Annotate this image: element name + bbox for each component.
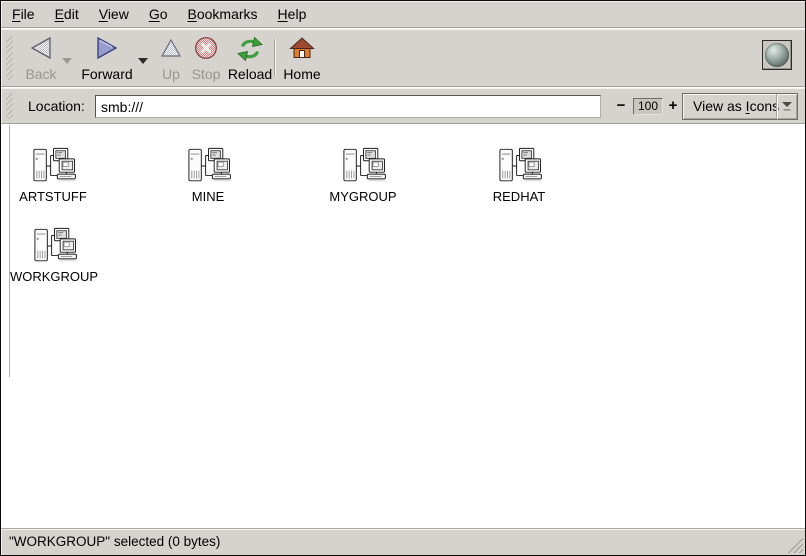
network-workgroup-icon xyxy=(184,145,232,187)
back-label: Back xyxy=(25,67,56,82)
forward-label: Forward xyxy=(81,67,132,82)
location-label: Location: xyxy=(28,88,85,124)
home-button[interactable]: Home xyxy=(282,36,322,82)
icon-label: REDHAT xyxy=(459,189,579,204)
menu-view[interactable]: View xyxy=(98,4,130,24)
up-arrow-icon xyxy=(159,36,183,60)
forward-history-dropdown[interactable] xyxy=(137,53,149,62)
workgroup-item-mine[interactable]: MINE xyxy=(148,145,268,204)
home-label: Home xyxy=(283,67,320,82)
view-as-label: View as Icons xyxy=(693,94,779,119)
chevron-down-icon xyxy=(137,57,149,66)
stop-label: Stop xyxy=(192,67,221,82)
stop-button[interactable]: Stop xyxy=(188,36,224,82)
reload-icon xyxy=(236,36,264,62)
forward-arrow-icon xyxy=(94,36,120,60)
icon-view[interactable]: ARTSTUFF MINE xyxy=(1,125,805,529)
menu-go[interactable]: Go xyxy=(148,4,169,24)
workgroup-item-workgroup[interactable]: WORKGROUP xyxy=(0,225,114,284)
menu-bookmarks[interactable]: Bookmarks xyxy=(187,4,259,24)
menu-edit[interactable]: Edit xyxy=(54,4,80,24)
chevron-down-icon xyxy=(61,57,73,66)
stop-icon xyxy=(193,36,219,60)
view-as-dropdown[interactable]: View as Icons xyxy=(682,93,798,120)
back-history-dropdown[interactable] xyxy=(61,53,73,62)
icon-label: MINE xyxy=(148,189,268,204)
icon-label: WORKGROUP xyxy=(0,269,114,284)
throbber-sphere-icon xyxy=(765,43,789,67)
status-bar: "WORKGROUP" selected (0 bytes) xyxy=(1,528,805,555)
toolbar-separator xyxy=(274,39,275,76)
forward-button[interactable]: Forward xyxy=(80,36,134,82)
reload-button[interactable]: Reload xyxy=(226,36,274,82)
dropdown-arrow-icon xyxy=(776,94,797,119)
back-button[interactable]: Back xyxy=(15,36,67,82)
zoom-out-button[interactable]: − xyxy=(612,96,630,115)
location-bar: Location: − 100 + View as Icons xyxy=(1,88,805,124)
workgroup-item-artstuff[interactable]: ARTSTUFF xyxy=(0,145,113,204)
toolbar: Back Forward Up xyxy=(1,29,805,87)
menu-help[interactable]: Help xyxy=(277,4,308,24)
back-arrow-icon xyxy=(28,36,54,60)
toolbar-drag-handle[interactable] xyxy=(6,36,13,80)
icon-label: MYGROUP xyxy=(303,189,423,204)
home-icon xyxy=(289,36,315,60)
workgroup-item-redhat[interactable]: REDHAT xyxy=(459,145,579,204)
network-workgroup-icon xyxy=(30,225,78,267)
up-button[interactable]: Up xyxy=(155,36,187,82)
zoom-in-button[interactable]: + xyxy=(664,96,682,115)
up-label: Up xyxy=(162,67,180,82)
network-workgroup-icon xyxy=(339,145,387,187)
location-bar-drag-handle[interactable] xyxy=(6,93,13,119)
network-workgroup-icon xyxy=(29,145,77,187)
menu-file[interactable]: File xyxy=(11,4,36,24)
resize-grip[interactable] xyxy=(784,534,803,553)
location-input[interactable] xyxy=(95,95,601,118)
status-text: "WORKGROUP" selected (0 bytes) xyxy=(9,529,220,555)
throbber xyxy=(762,40,792,70)
icon-label: ARTSTUFF xyxy=(0,189,113,204)
menubar: File Edit View Go Bookmarks Help xyxy=(1,1,805,28)
workgroup-item-mygroup[interactable]: MYGROUP xyxy=(303,145,423,204)
reload-label: Reload xyxy=(228,67,272,82)
zoom-level-indicator[interactable]: 100 xyxy=(633,98,663,115)
network-workgroup-icon xyxy=(495,145,543,187)
file-manager-window: File Edit View Go Bookmarks Help Back Fo… xyxy=(0,0,806,556)
